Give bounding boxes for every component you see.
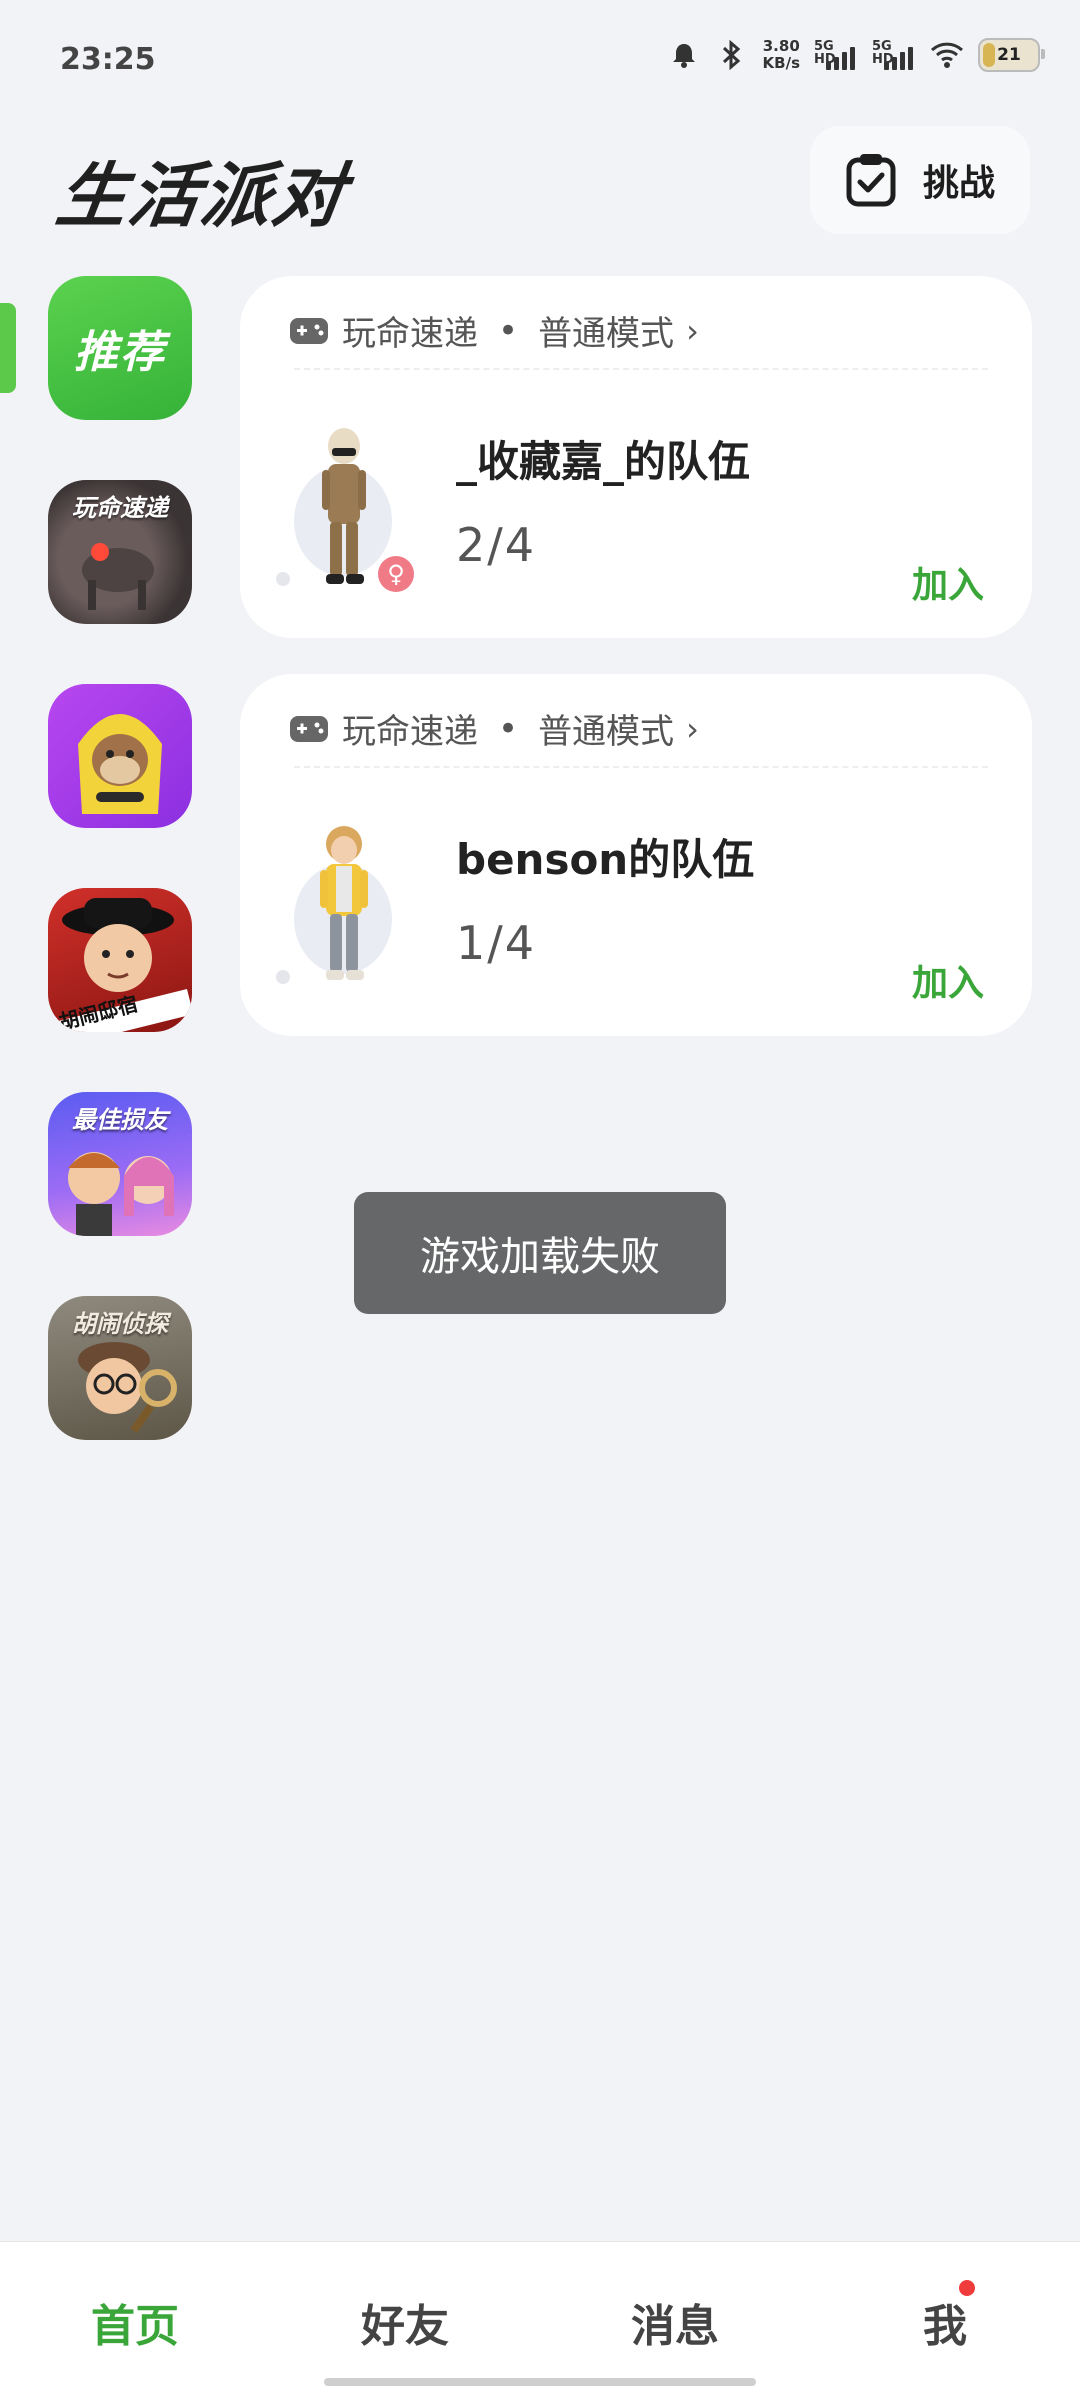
team-leader-avatar[interactable]: ♀ <box>276 416 414 596</box>
signal-sim1-icon: 5G HD <box>814 40 858 70</box>
team-card[interactable]: 玩命速递 • 普通模式 › ♀ _收藏嘉_的队伍 2/4 加入 <box>240 276 1032 638</box>
join-button[interactable]: 加入 <box>912 954 984 1006</box>
nav-tab-friends[interactable]: 好友 <box>325 2290 485 2354</box>
join-button[interactable]: 加入 <box>912 556 984 608</box>
gamepad-icon <box>290 715 328 742</box>
side-item-recommend[interactable]: 推荐 <box>48 276 192 420</box>
side-item-game-2[interactable] <box>48 684 192 828</box>
gamepad-icon <box>290 317 328 344</box>
game-1-title: 玩命速递 <box>72 494 168 522</box>
character-figure-icon <box>320 826 368 980</box>
side-item-game-4[interactable]: 最佳损友 <box>48 1092 192 1236</box>
nav-tab-messages[interactable]: 消息 <box>595 2290 755 2354</box>
battery-level: 21 <box>997 45 1021 65</box>
battery-icon: 21 <box>978 38 1045 72</box>
card-divider <box>294 766 988 768</box>
nav-tab-home[interactable]: 首页 <box>55 2290 215 2354</box>
nav-tab-me[interactable]: 我 <box>865 2280 1025 2354</box>
status-dot <box>276 572 290 586</box>
bottom-nav: 首页 好友 消息 我 <box>0 2241 1080 2400</box>
sim1-label: 5G HD <box>814 39 836 67</box>
team-card[interactable]: 玩命速递 • 普通模式 › benson的队伍 1/4 加入 <box>240 674 1032 1036</box>
side-menu-active-indicator <box>0 303 16 393</box>
wifi-icon <box>930 38 964 72</box>
recommend-label: 推荐 <box>74 327 166 378</box>
app-logo: 生活派对 <box>51 155 351 237</box>
team-leader-avatar[interactable] <box>276 814 404 994</box>
toast-message: 游戏加载失败 <box>354 1192 726 1314</box>
sim2-label: 5G HD <box>872 39 894 67</box>
chevron-right-icon: › <box>686 311 699 350</box>
game-mode: 普通模式 <box>538 314 675 354</box>
net-speed-value: 3.80 <box>762 37 800 55</box>
card-divider <box>294 368 988 370</box>
challenge-label: 挑战 <box>922 163 995 204</box>
game-mode: 普通模式 <box>538 712 675 752</box>
female-icon: ♀ <box>378 556 414 592</box>
nav-tab-me-label: 我 <box>923 2301 967 2352</box>
card-game-mode[interactable]: 玩命速递 • 普通模式 › <box>288 306 699 355</box>
clipboard-check-icon <box>846 154 896 207</box>
game-name: 玩命速递 <box>342 712 478 752</box>
side-item-game-5[interactable]: 胡闹侦探 <box>48 1296 192 1440</box>
challenge-button[interactable]: 挑战 <box>810 126 1030 234</box>
signal-sim2-icon: 5G HD <box>872 40 916 70</box>
character-figure-icon <box>322 428 366 584</box>
card-game-mode[interactable]: 玩命速递 • 普通模式 › <box>288 704 699 753</box>
status-bar: 23:25 3.80 KB/s 5G HD 5G HD 21 <box>0 0 1080 120</box>
net-speed-unit: KB/s <box>762 54 800 72</box>
chevron-right-icon: › <box>686 709 699 748</box>
status-time: 23:25 <box>60 42 156 77</box>
side-item-game-3[interactable]: 胡闹邸宿 <box>48 888 192 1032</box>
monkey-character-icon <box>78 714 162 814</box>
team-member-count: 1/4 <box>456 916 537 970</box>
network-speed: 3.80 KB/s <box>763 38 800 72</box>
bluetooth-icon <box>715 38 749 72</box>
game-5-title: 胡闹侦探 <box>72 1310 168 1338</box>
home-indicator[interactable] <box>324 2378 756 2386</box>
game-4-title: 最佳损友 <box>72 1106 168 1134</box>
game-name: 玩命速递 <box>342 314 478 354</box>
side-item-game-1[interactable]: 玩命速递 <box>48 480 192 624</box>
notification-badge <box>959 2280 975 2296</box>
team-name: benson的队伍 <box>456 835 755 884</box>
alarm-icon <box>667 38 701 72</box>
separator-dot: • <box>498 310 519 351</box>
team-member-count: 2/4 <box>456 518 537 572</box>
team-name: _收藏嘉_的队伍 <box>456 437 751 486</box>
status-dot <box>276 970 290 984</box>
status-icons: 3.80 KB/s 5G HD 5G HD 21 <box>667 38 1045 72</box>
separator-dot: • <box>498 708 519 749</box>
